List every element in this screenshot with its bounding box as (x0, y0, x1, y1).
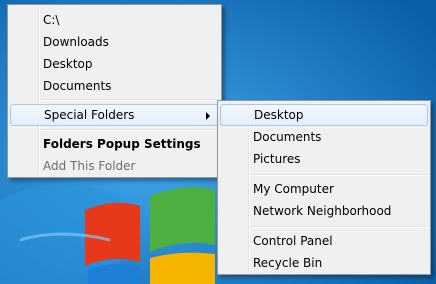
menu-item-label: Downloads (43, 35, 109, 49)
menu-item-label: Desktop (43, 57, 93, 71)
menu-item-folders-popup-settings[interactable]: Folders Popup Settings (10, 133, 219, 155)
folders-popup-menu: C:\ Downloads Desktop Documents Special … (7, 4, 222, 178)
menu-item-label: Desktop (254, 108, 304, 122)
submenu-item-network-neighborhood[interactable]: Network Neighborhood (220, 200, 428, 222)
menu-item-label: Pictures (253, 152, 301, 166)
menu-item-desktop[interactable]: Desktop (10, 53, 219, 75)
submenu-item-documents[interactable]: Documents (220, 126, 428, 148)
menu-item-downloads[interactable]: Downloads (10, 31, 219, 53)
submenu-item-control-panel[interactable]: Control Panel (220, 230, 428, 252)
menu-item-add-this-folder[interactable]: Add This Folder (10, 155, 219, 177)
menu-separator (251, 174, 428, 176)
menu-item-label: Recycle Bin (253, 256, 323, 270)
menu-item-label: Documents (43, 79, 112, 93)
submenu-item-my-computer[interactable]: My Computer (220, 178, 428, 200)
menu-separator (251, 226, 428, 228)
menu-item-label: Folders Popup Settings (43, 137, 201, 151)
menu-item-label: Special Folders (44, 108, 135, 122)
menu-item-label: Documents (253, 130, 322, 144)
chevron-right-icon (206, 112, 210, 120)
menu-item-label: Control Panel (253, 234, 333, 248)
menu-separator (41, 99, 219, 101)
special-folders-submenu: Desktop Documents Pictures My Computer N… (217, 100, 431, 275)
menu-item-special-folders[interactable]: Special Folders (10, 104, 219, 126)
menu-item-label: Network Neighborhood (253, 204, 392, 218)
submenu-item-recycle-bin[interactable]: Recycle Bin (220, 252, 428, 274)
menu-item-documents[interactable]: Documents (10, 75, 219, 97)
submenu-item-desktop[interactable]: Desktop (220, 104, 428, 126)
menu-item-c-drive[interactable]: C:\ (10, 9, 219, 31)
menu-item-label: Add This Folder (43, 159, 136, 173)
menu-item-label: C:\ (43, 13, 60, 27)
menu-separator (41, 129, 219, 131)
submenu-item-pictures[interactable]: Pictures (220, 148, 428, 170)
menu-item-label: My Computer (253, 182, 334, 196)
